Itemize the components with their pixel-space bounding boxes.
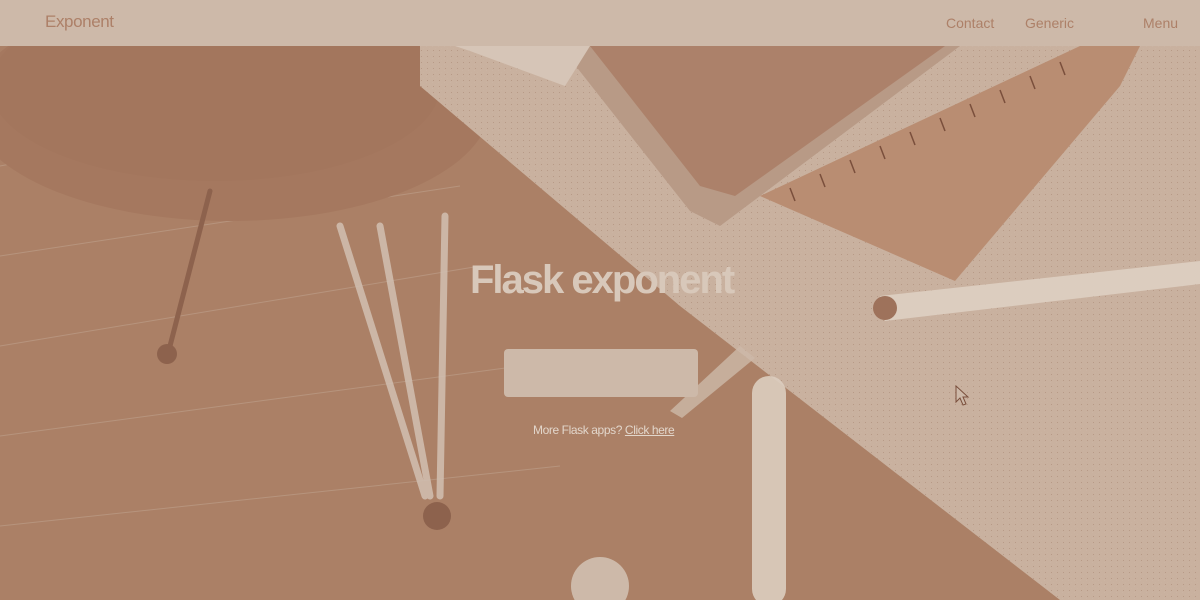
site-header: Exponent Contact Generic Menu	[0, 0, 1200, 46]
more-apps-text: More Flask apps? Click here	[533, 423, 675, 437]
hero-title: Flask exponent	[470, 258, 735, 302]
hero-banner	[0, 46, 1200, 600]
brand-logo-link[interactable]: Exponent	[45, 12, 114, 32]
more-apps-link[interactable]: Click here	[625, 423, 675, 437]
menu-toggle[interactable]: Menu	[1143, 15, 1178, 31]
hero-background-image	[0, 46, 1200, 600]
mouse-pointer-icon	[955, 385, 970, 406]
more-apps-label: More Flask apps?	[533, 423, 622, 437]
nav-link-generic[interactable]: Generic	[1025, 15, 1074, 31]
hero-cta-button[interactable]	[504, 349, 698, 397]
nav-link-contact[interactable]: Contact	[946, 15, 994, 31]
